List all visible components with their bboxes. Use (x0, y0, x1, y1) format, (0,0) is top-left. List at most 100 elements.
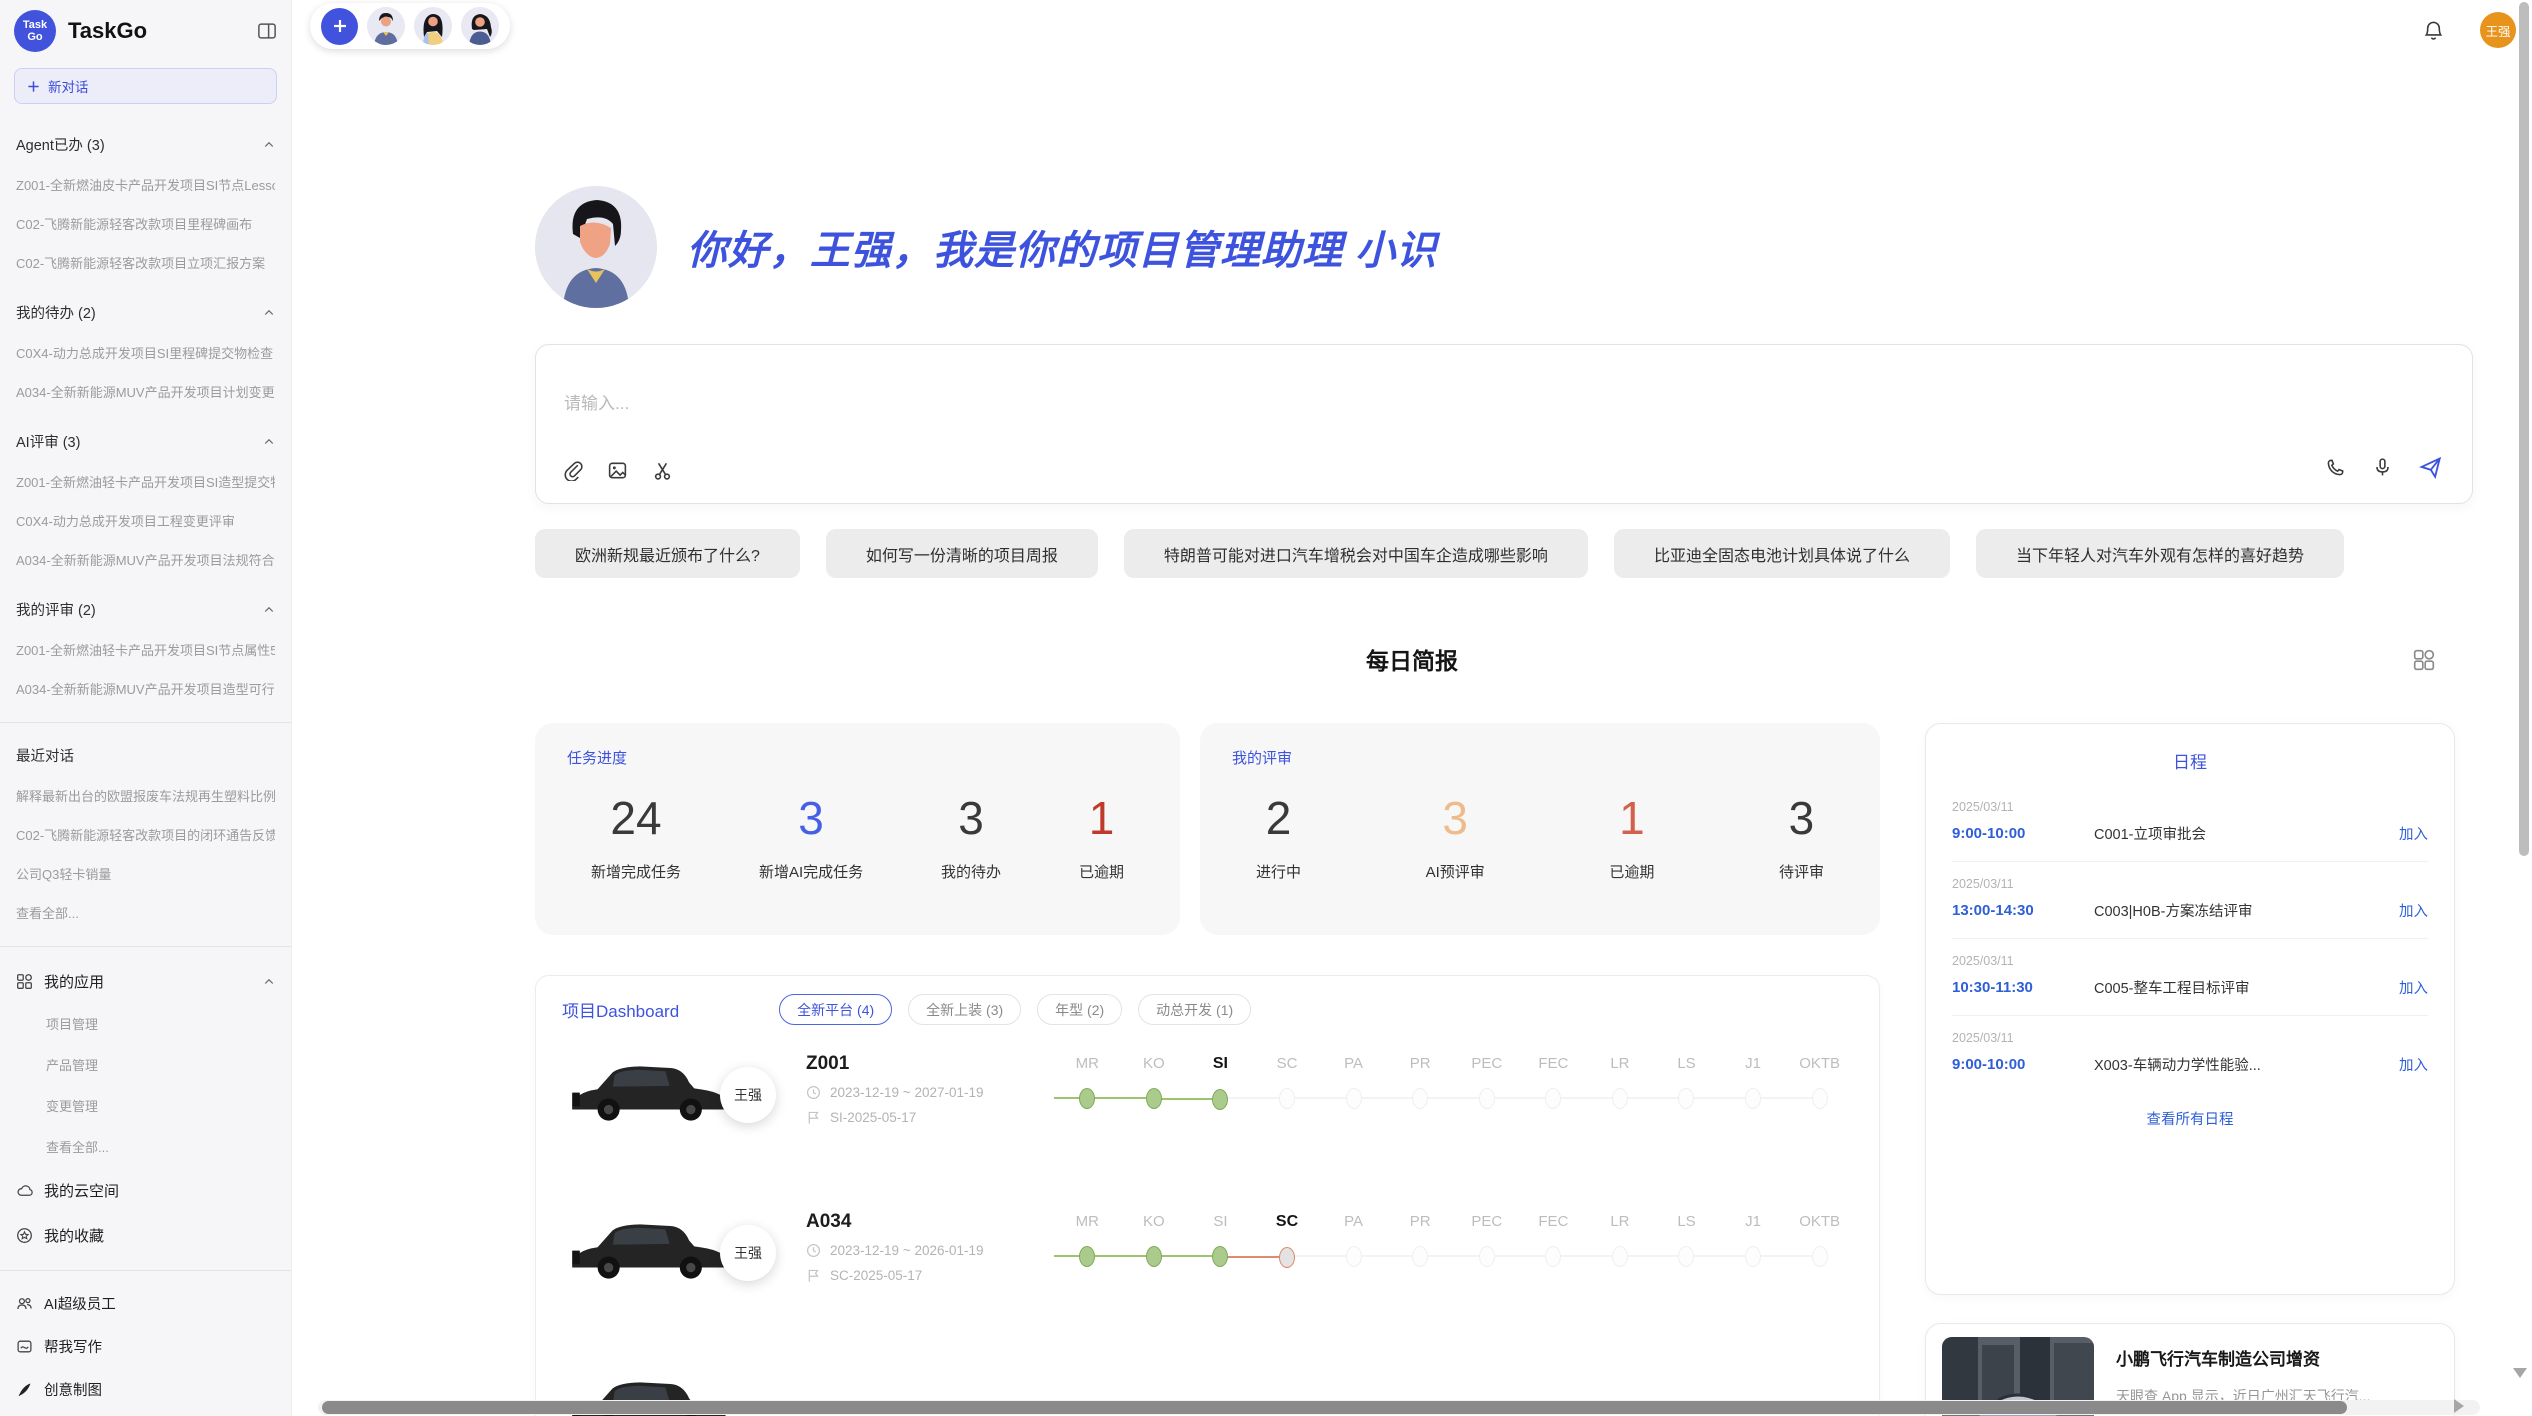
image-icon[interactable] (607, 460, 628, 481)
assistant-avatar-2[interactable] (414, 7, 452, 45)
join-link[interactable]: 加入 (2399, 823, 2428, 844)
stat-label: 待评审 (1779, 861, 1824, 882)
scissors-icon[interactable] (652, 460, 673, 481)
daily-briefing-title: 每日简报 (292, 642, 2532, 676)
send-icon[interactable] (2419, 456, 2442, 479)
plus-icon (27, 80, 40, 93)
sidebar-task-item[interactable]: C02-飞腾新能源轻客改款项目里程碑画布 (16, 214, 275, 233)
sidebar-task-item[interactable]: Z001-全新燃油皮卡产品开发项目SI节点Lesson Learn报告 (16, 175, 275, 194)
vertical-scrollbar-thumb[interactable] (2519, 2, 2529, 856)
sidebar-tool-item[interactable]: 创意制图 (16, 1379, 275, 1400)
view-all-schedule-link[interactable]: 查看所有日程 (1952, 1108, 2428, 1129)
app-title: TaskGo (68, 18, 255, 44)
add-assistant-button[interactable] (321, 8, 358, 45)
milestone-dot (1745, 1246, 1761, 1267)
join-link[interactable]: 加入 (2399, 977, 2428, 998)
notification-bell-icon[interactable] (2423, 20, 2444, 41)
sidebar-section-title: 我的待办 (2) (16, 302, 96, 323)
chevron-up-icon (263, 436, 275, 448)
milestone-label: SI (1187, 1055, 1254, 1073)
filter-pill[interactable]: 全新平台 (4) (779, 994, 892, 1025)
app-sub-item[interactable]: 项目管理 (46, 1014, 275, 1033)
sidebar-section-header[interactable]: Agent已办 (3) (16, 134, 275, 155)
milestone-dot (1812, 1088, 1828, 1109)
project-name[interactable]: Z001 (806, 1053, 1054, 1075)
greeting-text: 你好，王强，我是你的项目管理助理 小识 (687, 218, 1437, 276)
sidebar-tool-item[interactable]: AI超级员工 (16, 1293, 275, 1314)
schedule-date: 2025/03/11 (1952, 800, 2428, 814)
join-link[interactable]: 加入 (2399, 1054, 2428, 1075)
layout-grid-icon[interactable] (2412, 648, 2436, 672)
milestone: PEC (1453, 1213, 1520, 1271)
sidebar-section-header[interactable]: 我的评审 (2) (16, 599, 275, 620)
sidebar-task-item[interactable]: Z001-全新燃油轻卡产品开发项目SI节点属性5D文件评审 (16, 640, 275, 659)
suggestion-chip[interactable]: 比亚迪全固态电池计划具体说了什么 (1614, 529, 1950, 578)
recent-chat-item[interactable]: 公司Q3轻卡销量 (16, 864, 275, 883)
schedule-title-text: X003-车辆动力学性能验... (2094, 1054, 2399, 1075)
sidebar-section-header[interactable]: AI评审 (3) (16, 431, 275, 452)
chat-input[interactable] (562, 387, 1566, 449)
schedule-item: 2025/03/119:00-10:00X003-车辆动力学性能验...加入 (1952, 1016, 2428, 1092)
sidebar-task-item[interactable]: Z001-全新燃油轻卡产品开发项目SI造型提交物评审 (16, 472, 275, 491)
recent-chat-item[interactable]: C02-飞腾新能源轻客改款项目的闭环通告反馈情况 (16, 825, 275, 844)
filter-pill[interactable]: 年型 (2) (1037, 994, 1122, 1025)
suggestion-chip[interactable]: 当下年轻人对汽车外观有怎样的喜好趋势 (1976, 529, 2344, 578)
stat-card-title: 任务进度 (567, 747, 1148, 768)
milestone-label: FEC (1520, 1055, 1587, 1072)
milestone: SC (1254, 1213, 1321, 1271)
project-name[interactable]: A034 (806, 1211, 1054, 1233)
milestone-line (1620, 1255, 1687, 1257)
app-root: Task Go TaskGo 新对话 Agent已办 (3) Z001-全新燃油皮… (0, 0, 2532, 1416)
sidebar-item-my-favorites[interactable]: 我的收藏 (16, 1225, 275, 1246)
sidebar-tool-item[interactable]: 帮我写作 (16, 1336, 275, 1357)
sidebar-task-item[interactable]: A034-全新新能源MUV产品开发项目法规符合性评审 (16, 550, 275, 569)
sidebar-task-item[interactable]: A034-全新新能源MUV产品开发项目造型可行性评审 (16, 679, 275, 698)
filter-pill[interactable]: 全新上装 (3) (908, 994, 1021, 1025)
schedule-time: 9:00-10:00 (1952, 825, 2080, 842)
schedule-time: 9:00-10:00 (1952, 1056, 2080, 1073)
new-chat-button[interactable]: 新对话 (14, 68, 277, 104)
milestone-dot-row (1786, 1086, 1853, 1112)
assistant-avatar-1[interactable] (367, 7, 405, 45)
microphone-icon[interactable] (2372, 457, 2393, 478)
assistant-avatar-3[interactable] (461, 7, 499, 45)
app-sub-item[interactable]: 变更管理 (46, 1096, 275, 1115)
sidebar-header: Task Go TaskGo (0, 0, 291, 52)
scroll-right-arrow[interactable] (2454, 1399, 2464, 1413)
project-image: 王强 (562, 1053, 740, 1139)
sidebar-tool-label: 创意制图 (44, 1379, 102, 1400)
sidebar-task-item[interactable]: C02-飞腾新能源轻客改款项目立项汇报方案 (16, 253, 275, 272)
schedule-row: 9:00-10:00C001-立项审批会加入 (1952, 823, 2428, 844)
milestone-label: MR (1054, 1213, 1121, 1230)
collapse-panel-icon[interactable] (255, 19, 279, 43)
sidebar-task-item[interactable]: A034-全新新能源MUV产品开发项目计划变更表编写 (16, 382, 275, 401)
sidebar-section-title: AI评审 (3) (16, 431, 80, 452)
stat-label: 进行中 (1256, 861, 1301, 882)
logo-text-top: Task (23, 19, 47, 31)
recent-chat-item[interactable]: 查看全部... (16, 903, 275, 922)
suggestion-chip[interactable]: 欧洲新规最近颁布了什么? (535, 529, 800, 578)
phone-icon[interactable] (2325, 457, 2346, 478)
suggestion-chip[interactable]: 特朗普可能对进口汽车增税会对中国车企造成哪些影响 (1124, 529, 1588, 578)
milestone-line (1553, 1097, 1620, 1099)
user-avatar[interactable]: 王强 (2480, 12, 2516, 48)
horizontal-scrollbar-thumb[interactable] (322, 1401, 2347, 1414)
sidebar-item-my-cloud[interactable]: 我的云空间 (16, 1180, 275, 1201)
milestone-dot (1212, 1246, 1228, 1267)
paperclip-icon[interactable] (562, 460, 583, 481)
recent-chat-item[interactable]: 解释最新出台的欧盟报废车法规再生塑料比例被调至15%... (16, 786, 275, 805)
milestone-columns: MRKOSISCPAPRPECFECLRLSJ1OKTB (1054, 1213, 1853, 1271)
suggestion-chip[interactable]: 如何写一份清晰的项目周报 (826, 529, 1098, 578)
filter-pill[interactable]: 动总开发 (1) (1138, 994, 1251, 1025)
sidebar-task-item[interactable]: C0X4-动力总成开发项目SI里程碑提交物检查 (16, 343, 275, 362)
app-sub-item[interactable]: 产品管理 (46, 1055, 275, 1074)
sidebar-item-my-apps[interactable]: 我的应用 (16, 971, 275, 992)
milestone-label: KO (1121, 1055, 1188, 1072)
sidebar-task-item[interactable]: C0X4-动力总成开发项目工程变更评审 (16, 511, 275, 530)
app-sub-item[interactable]: 查看全部... (46, 1137, 275, 1156)
scroll-down-arrow[interactable] (2513, 1368, 2527, 1378)
milestone: SI (1187, 1213, 1254, 1271)
join-link[interactable]: 加入 (2399, 900, 2428, 921)
milestone-dot (1279, 1088, 1295, 1109)
sidebar-section-header[interactable]: 我的待办 (2) (16, 302, 275, 323)
